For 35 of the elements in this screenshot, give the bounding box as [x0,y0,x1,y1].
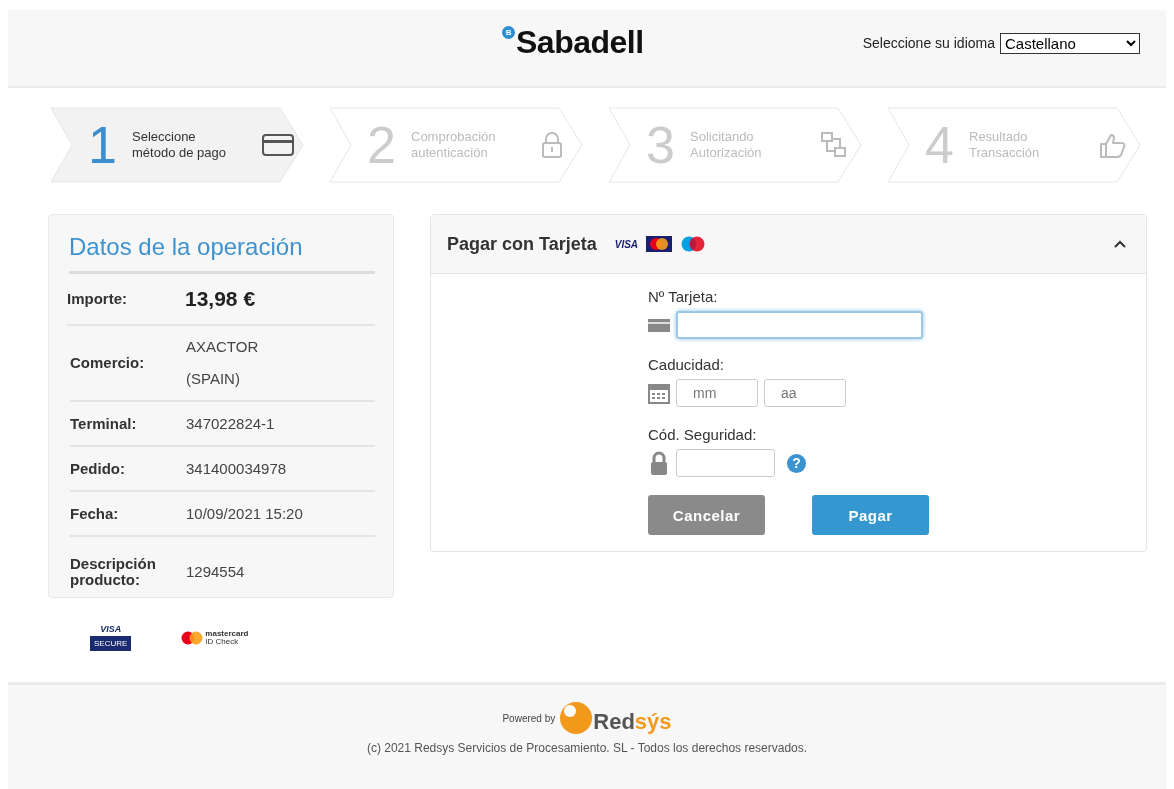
step-label: Resultado Transacción [969,129,1041,161]
field-value: 10/09/2021 15:20 [186,503,303,524]
field-label: Cód. Seguridad: [648,426,758,443]
step-label: Comprobación autenticación [411,129,497,161]
field-value: 1294554 [186,562,245,582]
language-select[interactable]: Castellano [1000,32,1140,54]
amount-value: 13,98 € [185,286,256,312]
field-label: Importe: [67,291,128,307]
field-value: AXACTOR (SPAIN) [186,337,259,389]
copyright-text: (c) 2021 Redsys Servicios de Procesamiento. SL - Todos los derechos reservados. [366,741,808,755]
section-title: Datos de la operación [69,233,375,274]
field-label: Caducidad: [648,356,725,373]
input-field[interactable]: mm [676,379,758,407]
field-label: Pedido: [70,460,126,477]
field-label: Fecha: [70,505,120,522]
field-value: 347022824-1 [186,413,275,434]
field-label: Descripción producto: [70,556,157,588]
cancel-button[interactable]: Cancelar [648,495,765,535]
step-label: Solicitando Autorización [690,129,763,161]
redsys-logo: Redsýs [559,701,672,735]
field-value: 341400034978 [186,458,287,479]
field-label: Terminal: [70,415,138,432]
input-field[interactable]: aa [764,379,846,407]
field-label: Comercio: [70,355,146,371]
pay-button[interactable]: Pagar [812,495,929,535]
powered-by-label: Powered by [502,712,556,724]
visa-secure-logo: VISA SECURE [90,624,132,651]
visa-logo: VISA [614,238,639,250]
panel-title: Pagar con Tarjeta [447,233,597,255]
step-number: 1 [88,119,118,171]
mastercard-id-check-logo: mastercard ID Check [181,630,249,646]
help-icon[interactable]: ? [787,453,806,473]
language-label: Seleccione su idioma [862,35,995,51]
field-label: Nº Tarjeta: [648,288,719,305]
step-label: Seleccione método de pago [132,129,227,161]
